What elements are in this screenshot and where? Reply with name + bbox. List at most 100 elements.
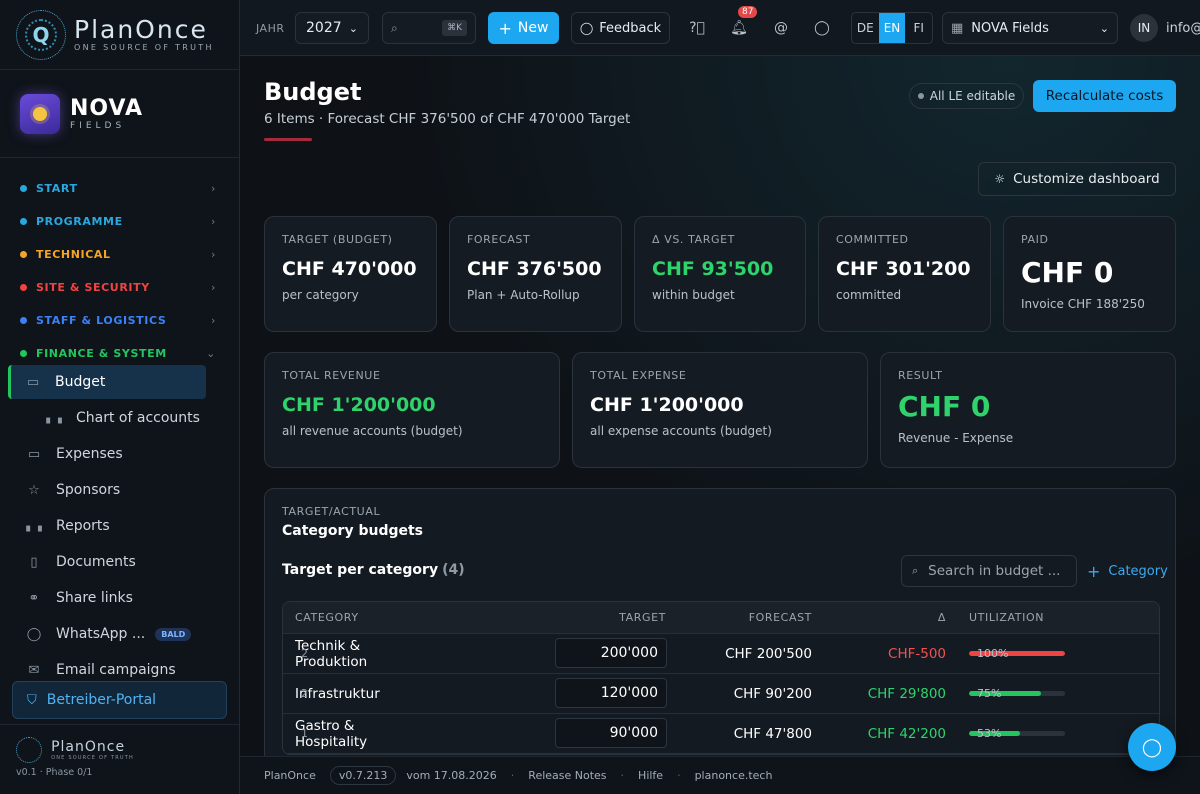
sidebar-item-label: WhatsApp ... — [56, 626, 146, 642]
kpi-label: Δ VS. TARGET — [652, 233, 735, 246]
column-header[interactable]: FORECAST — [749, 602, 812, 633]
nav-section-programme[interactable]: PROGRAMME › — [20, 211, 220, 231]
mention-icon[interactable]: @ — [770, 12, 792, 44]
delta-cell: CHF 42'200 — [867, 725, 946, 742]
utilization-percent: 75% — [977, 687, 1002, 700]
column-header[interactable]: CATEGORY — [295, 602, 359, 633]
sidebar-item-share-links[interactable]: ⚭ Share links — [12, 581, 206, 615]
chat-bubble-icon: ◯ — [579, 21, 594, 35]
target-input[interactable]: 90'000 — [555, 718, 667, 748]
feedback-button[interactable]: ◯ Feedback — [571, 12, 670, 44]
lang-de[interactable]: DE — [852, 13, 879, 43]
chat-fab-button[interactable]: ◯ — [1128, 723, 1176, 771]
search-placeholder: Search in budget ... — [928, 563, 1061, 579]
nav-section-label: STAFF & LOGISTICS — [36, 313, 167, 327]
status-dot-icon — [917, 93, 924, 99]
chevron-down-icon: ⌄ — [348, 21, 358, 35]
section-dot-icon — [20, 217, 27, 225]
sidebar-footer: PlanOnce ONE SOURCE OF TRUTH v0.1 · Phase… — [0, 724, 239, 794]
help-link[interactable]: Hilfe — [638, 769, 663, 782]
workspace-select[interactable]: ▦ NOVA Fields ⌄ — [942, 12, 1118, 44]
brand-name: PlanOnce — [74, 15, 208, 44]
sidebar-item-budget[interactable]: ▭ Budget — [8, 365, 206, 399]
nav-section-label: START — [36, 181, 78, 195]
nav-section-technical[interactable]: TECHNICAL › — [20, 244, 220, 264]
kpi-sub: Invoice CHF 188'250 — [1021, 297, 1145, 311]
new-button[interactable]: + New — [488, 12, 559, 44]
search-button[interactable]: ⌕ ⌘K — [382, 12, 476, 44]
kpi-value: CHF 1'200'000 — [590, 394, 744, 416]
footer-version: v0.7.213 — [329, 766, 397, 785]
help-icon[interactable]: ?⃝ — [686, 12, 708, 44]
chevron-right-icon: › — [211, 280, 216, 294]
nav-section-finance-system[interactable]: FINANCE & SYSTEM ⌄ — [20, 343, 220, 363]
table-row[interactable]: Technik & Produktion 2 200'000 CHF 200'50… — [283, 634, 1159, 674]
chevron-right-icon: › — [211, 181, 216, 195]
plus-icon: + — [498, 18, 512, 38]
notification-count: 87 — [738, 6, 758, 18]
brand-tagline: ONE SOURCE OF TRUTH — [74, 43, 214, 52]
sidebar-item-expenses[interactable]: ▭ Expenses — [12, 437, 206, 471]
chat-bubble-icon: ◯ — [1141, 736, 1163, 758]
bell-icon[interactable]: 🔔︎ 87 — [728, 6, 758, 44]
avatar[interactable]: IN — [1130, 14, 1158, 42]
status-badge: BALD — [155, 627, 192, 641]
lang-fi[interactable]: FI — [905, 13, 932, 43]
budget-search-input[interactable]: ⌕ Search in budget ... — [901, 555, 1077, 587]
sidebar-item-documents[interactable]: ▯ Documents — [12, 545, 206, 579]
chat-bubble-icon[interactable]: ◯ — [811, 12, 833, 44]
kpi-sub: committed — [836, 288, 902, 302]
column-header[interactable]: Δ — [938, 602, 946, 633]
sidebar: Q PlanOnce ONE SOURCE OF TRUTH NOVA FIEL… — [0, 0, 240, 794]
kpi-card-paid: PAID CHF 0 Invoice CHF 188'250 — [1003, 216, 1176, 332]
nav-section-label: SITE & SECURITY — [36, 280, 150, 294]
kpi-label: PAID — [1021, 233, 1049, 246]
customize-dashboard-button[interactable]: ☼ Customize dashboard — [978, 162, 1176, 196]
footer-app-name: PlanOnce — [264, 769, 316, 782]
language-switcher: DE EN FI — [851, 12, 933, 44]
search-icon: ⌕ — [912, 564, 919, 577]
chevron-right-icon: › — [211, 247, 216, 261]
sidebar-item-label: Share links — [56, 590, 133, 606]
column-header[interactable]: TARGET — [619, 602, 666, 633]
star-icon: ☆ — [28, 482, 40, 498]
table-row[interactable]: Infrastruktur 2 120'000 CHF 90'200 CHF 29… — [283, 674, 1159, 714]
nav-section-start[interactable]: START › — [20, 178, 220, 198]
project-header[interactable]: NOVA FIELDS — [0, 70, 239, 158]
mail-icon: ✉ — [28, 662, 40, 678]
year-select[interactable]: 2027 ⌄ — [295, 12, 369, 44]
add-category-button[interactable]: + Category — [1087, 555, 1168, 587]
category-count: (4) — [442, 562, 465, 578]
sidebar-item-reports[interactable]: ▖▗ Reports — [12, 509, 206, 543]
operator-portal-button[interactable]: ⛉ Betreiber-Portal — [12, 681, 227, 719]
utilization-cell: 75% — [969, 674, 1065, 713]
user-email[interactable]: info@ — [1166, 12, 1200, 44]
link-icon: ⚭ — [28, 590, 40, 606]
target-input[interactable]: 200'000 — [555, 638, 667, 668]
release-notes-link[interactable]: Release Notes — [528, 769, 606, 782]
kpi-label: TOTAL EXPENSE — [590, 369, 687, 382]
target-input[interactable]: 120'000 — [555, 678, 667, 708]
year-label: JAHR — [256, 21, 285, 35]
project-icon — [20, 93, 60, 134]
column-header[interactable]: UTILIZATION — [969, 602, 1044, 633]
search-icon: ⌕ — [391, 20, 398, 35]
kpi-value: CHF 301'200 — [836, 258, 971, 280]
nav-section-site-security[interactable]: SITE & SECURITY › — [20, 277, 220, 297]
nav-section-label: PROGRAMME — [36, 214, 123, 228]
brand-logo[interactable]: Q PlanOnce ONE SOURCE OF TRUTH — [0, 0, 239, 70]
sidebar-item-whatsapp[interactable]: ◯ WhatsApp ... BALD — [12, 617, 206, 651]
receipt-icon: ▭ — [27, 446, 41, 462]
section-dot-icon — [20, 184, 27, 192]
customize-label: Customize dashboard — [1013, 171, 1160, 187]
editable-chip[interactable]: All LE editable — [909, 83, 1024, 109]
sidebar-item-chart-of-accounts[interactable]: ▖▗ Chart of accounts — [12, 401, 206, 435]
website-link[interactable]: planonce.tech — [695, 769, 773, 782]
recalculate-costs-button[interactable]: Recalculate costs — [1033, 80, 1176, 112]
sun-icon: ☼ — [994, 172, 1006, 186]
nav-section-staff-logistics[interactable]: STAFF & LOGISTICS › — [20, 310, 220, 330]
sidebar-item-sponsors[interactable]: ☆ Sponsors — [12, 473, 206, 507]
main-content: Budget 6 Items · Forecast CHF 376'500 of… — [240, 56, 1200, 756]
table-row[interactable]: Gastro & Hospitality 1 90'000 CHF 47'800 … — [283, 714, 1159, 754]
lang-en[interactable]: EN — [878, 13, 906, 43]
